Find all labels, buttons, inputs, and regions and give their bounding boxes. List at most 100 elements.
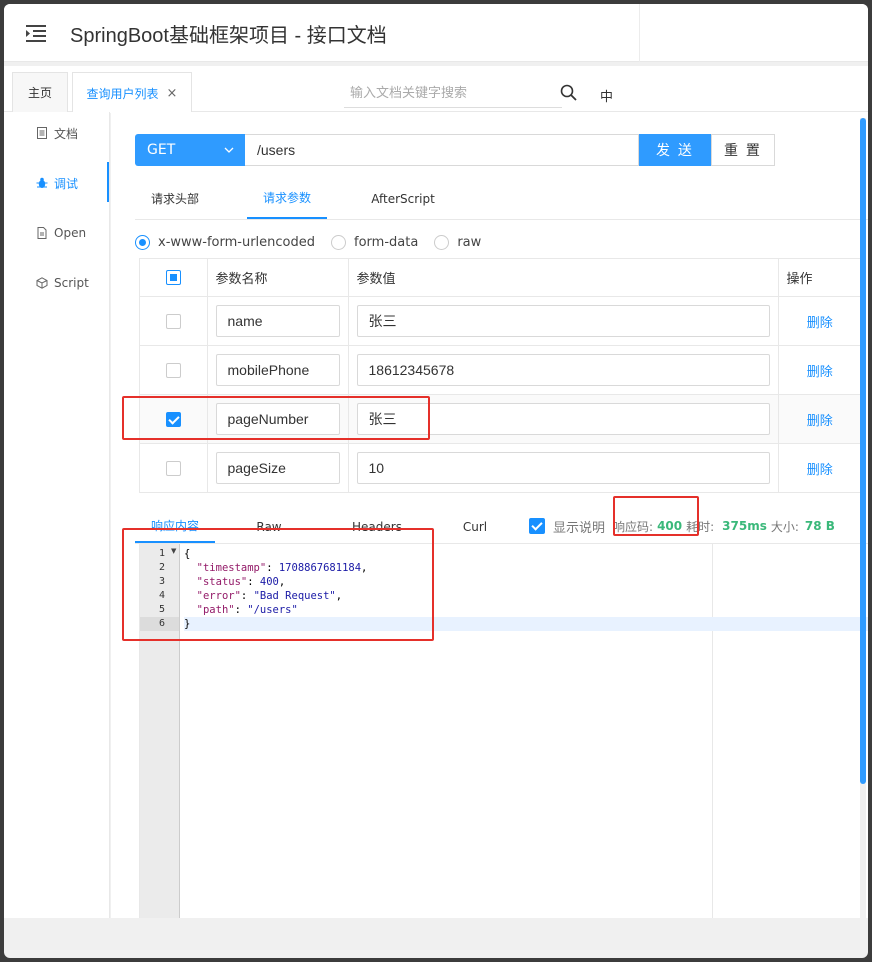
bug-icon	[36, 177, 48, 188]
select-all-checkbox[interactable]	[165, 270, 181, 285]
sidebar-item-label: 文档	[54, 126, 79, 141]
app-title: SpringBoot基础框架项目 - 接口文档	[70, 25, 387, 47]
delete-param-link[interactable]: 删除	[787, 312, 854, 331]
sidebar: 文档 调试 Open Script	[4, 112, 110, 918]
topbar-divider	[639, 4, 640, 62]
radio-label: form-data	[354, 234, 419, 250]
scrollbar-thumb[interactable]	[860, 118, 866, 784]
tab-close-icon[interactable]: ×	[167, 86, 178, 101]
param-checkbox[interactable]	[165, 313, 181, 329]
tab-bar: 主页 查询用户列表 × 中	[4, 66, 868, 113]
main-scrollbar[interactable]	[860, 118, 866, 918]
json-timestamp-value: 1708867681184	[278, 562, 362, 574]
tab-response-content[interactable]: 响应内容	[135, 510, 215, 543]
tab-response-curl[interactable]: Curl	[451, 510, 499, 543]
time-label: 耗时:	[686, 519, 715, 534]
radio-form-data[interactable]: form-data	[331, 234, 419, 250]
json-status-value: 400	[259, 576, 279, 588]
radio-raw[interactable]: raw	[434, 234, 482, 250]
doc-search-input[interactable]	[344, 80, 562, 108]
reset-button[interactable]: 重 置	[711, 134, 775, 166]
sidebar-item-docs[interactable]: 文档	[4, 118, 110, 148]
tab-afterscript[interactable]: AfterScript	[359, 178, 447, 219]
sidebar-item-script[interactable]: Script	[4, 268, 110, 298]
code-icon	[36, 277, 48, 289]
main-panel: GET 发 送 重 置 请求头部 请求参数 AfterScript x-www-…	[111, 112, 868, 918]
show-description-checkbox[interactable]	[529, 518, 545, 534]
url-input[interactable]	[245, 134, 639, 166]
param-value-input[interactable]	[356, 354, 770, 386]
search-icon[interactable]	[560, 84, 578, 102]
params-table: 参数名称 参数值 操作 删除 删除 删除	[139, 258, 862, 493]
status-code-value: 400	[657, 519, 683, 533]
radio-dot	[331, 234, 347, 250]
tab-response-raw[interactable]: Raw	[239, 510, 299, 543]
status-code-label: 响应码:	[613, 519, 654, 534]
param-row: 删除	[139, 345, 862, 395]
delete-param-link[interactable]: 删除	[787, 410, 854, 429]
radio-label: x-www-form-urlencoded	[158, 234, 316, 250]
col-header-action: 操作	[778, 258, 862, 297]
tab-query-users[interactable]: 查询用户列表 ×	[72, 72, 192, 113]
json-error-value: "Bad Request"	[253, 590, 336, 602]
param-checkbox[interactable]	[165, 411, 181, 427]
method-value: GET	[147, 142, 176, 158]
body-type-radio-group: x-www-form-urlencoded form-data raw	[135, 230, 497, 254]
sidebar-item-open[interactable]: Open	[4, 218, 110, 248]
document-icon	[37, 127, 47, 139]
line-number: 6	[140, 617, 179, 631]
param-name-input[interactable]	[215, 354, 340, 386]
line-number: 3	[158, 576, 165, 587]
tab-home[interactable]: 主页	[12, 72, 68, 112]
code-line: "status": 400,	[196, 576, 286, 588]
radio-urlencoded[interactable]: x-www-form-urlencoded	[135, 234, 316, 250]
code-line: }	[184, 617, 868, 631]
code-line: {	[184, 548, 191, 560]
tab-query-users-label: 查询用户列表	[86, 86, 159, 101]
tab-home-label: 主页	[27, 86, 52, 100]
sidebar-item-debug[interactable]: 调试	[4, 168, 110, 198]
app-window: SpringBoot基础框架项目 - 接口文档 主页 查询用户列表 × 中 文档…	[4, 4, 868, 958]
time-value: 375ms	[722, 519, 767, 533]
menu-toggle-icon[interactable]	[26, 24, 46, 42]
param-row: 删除	[139, 443, 862, 493]
code-content: { "timestamp": 1708867681184, "status": …	[184, 547, 868, 631]
url-bar: GET 发 送 重 置	[135, 134, 777, 166]
code-line: "timestamp": 1708867681184,	[196, 562, 368, 574]
radio-label: raw	[457, 234, 482, 250]
show-description-toggle[interactable]: 显示说明	[529, 517, 605, 536]
language-switch[interactable]: 中	[600, 86, 613, 105]
tab-request-params[interactable]: 请求参数	[247, 178, 327, 219]
line-number: 5	[158, 604, 165, 615]
param-value-input[interactable]	[356, 403, 770, 435]
line-number: 4	[158, 590, 165, 601]
file-icon	[37, 227, 47, 239]
param-row: 删除	[139, 296, 862, 346]
sidebar-active-indicator	[107, 162, 109, 202]
param-checkbox[interactable]	[165, 362, 181, 378]
tab-request-headers[interactable]: 请求头部	[135, 178, 215, 219]
fold-arrow-icon[interactable]: ▼	[171, 547, 176, 555]
size-label: 大小:	[770, 519, 799, 534]
json-path-value: "/users"	[247, 604, 298, 616]
param-name-input[interactable]	[215, 452, 340, 484]
param-name-input[interactable]	[215, 403, 340, 435]
show-description-label: 显示说明	[553, 520, 606, 536]
send-button[interactable]: 发 送	[639, 134, 711, 166]
request-tabs: 请求头部 请求参数 AfterScript	[135, 178, 868, 220]
delete-param-link[interactable]: 删除	[787, 459, 854, 478]
size-value: 78 B	[804, 519, 835, 533]
sidebar-item-label: 调试	[54, 176, 79, 191]
param-checkbox[interactable]	[165, 460, 181, 476]
method-select[interactable]: GET	[135, 134, 245, 166]
param-value-input[interactable]	[356, 305, 770, 337]
top-bar: SpringBoot基础框架项目 - 接口文档	[4, 4, 868, 62]
delete-param-link[interactable]: 删除	[787, 361, 854, 380]
col-header-name: 参数名称	[207, 258, 349, 297]
response-meta: 显示说明 响应码: 400 耗时: 375ms 大小: 78 B	[529, 516, 839, 536]
param-name-input[interactable]	[215, 305, 340, 337]
param-value-input[interactable]	[356, 452, 770, 484]
tab-response-headers[interactable]: Headers	[341, 510, 413, 543]
col-header-value: 参数值	[348, 258, 779, 297]
response-editor[interactable]: 1 2 3 4 5 6 ▼ { "timestamp": 17088676811…	[139, 544, 868, 918]
